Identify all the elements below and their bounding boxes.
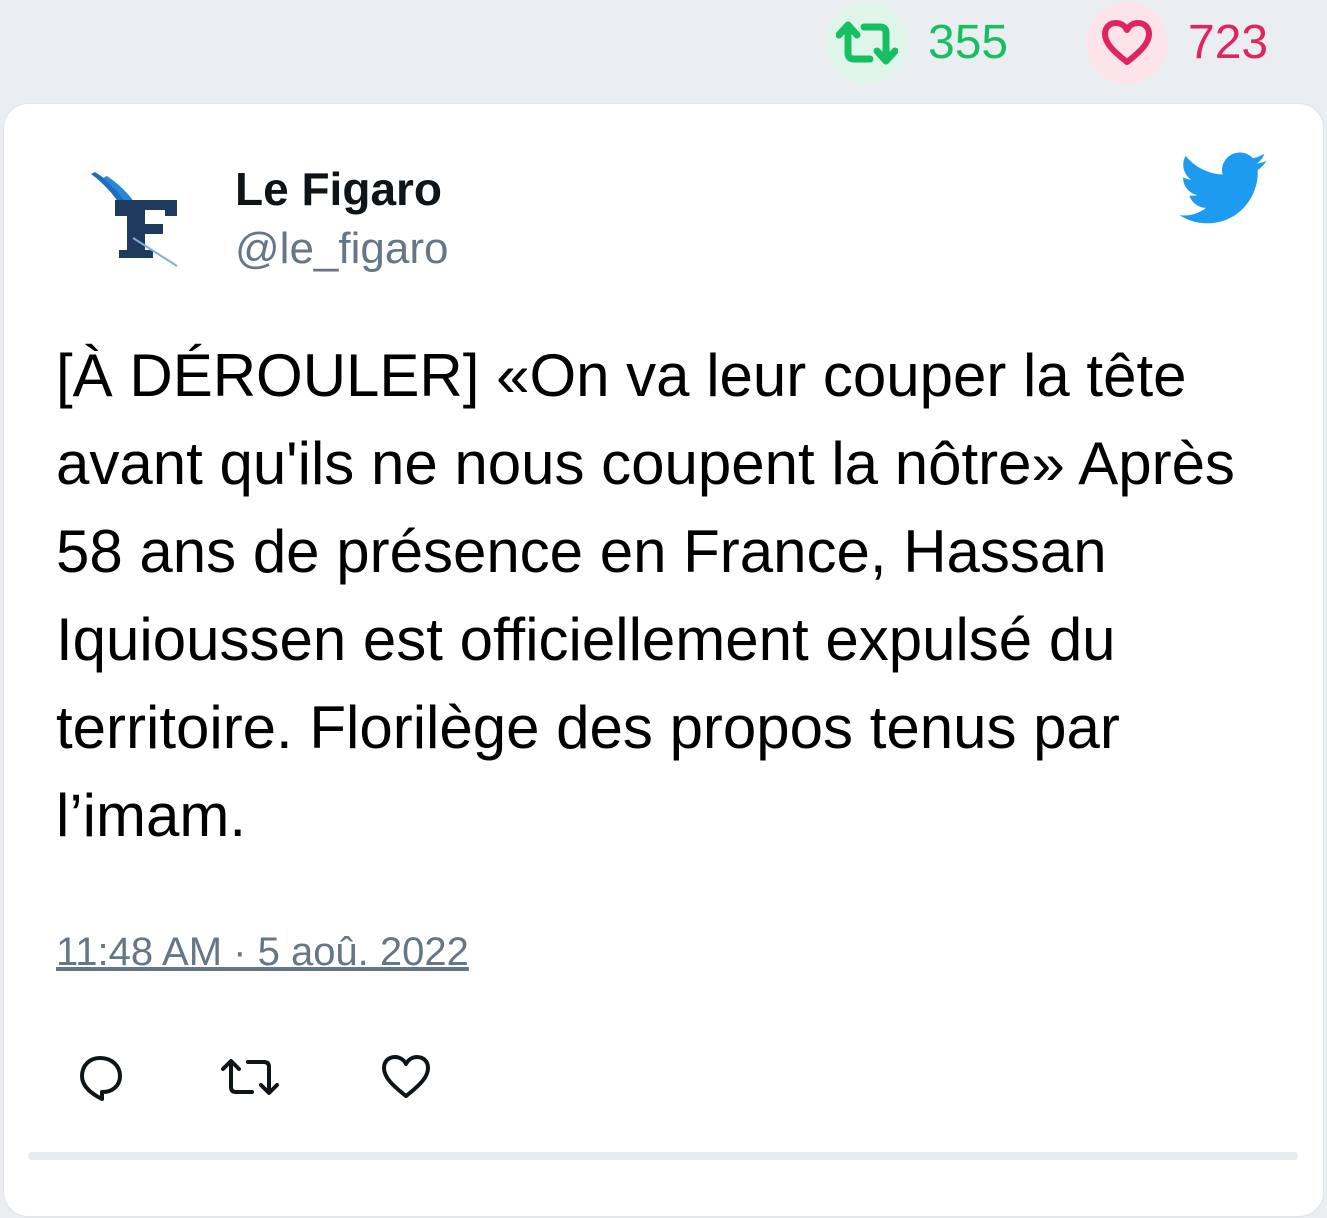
heart-icon [380, 1054, 432, 1105]
retweet-stat[interactable]: 355 [826, 2, 1008, 84]
like-stat[interactable]: 723 [1086, 2, 1268, 84]
user-handle[interactable]: @le_figaro [235, 224, 448, 274]
reply-icon [76, 1052, 126, 1107]
engagement-stats-bar: 355 723 [0, 0, 1327, 100]
retweet-icon [219, 1056, 281, 1103]
tweet-card: Le Figaro @le_figaro [À DÉROULER] «On va… [4, 104, 1323, 1216]
retweet-button[interactable] [221, 1050, 279, 1108]
display-name[interactable]: Le Figaro [235, 162, 442, 216]
tweet-timestamp[interactable]: 11:48 AM · 5 aoû. 2022 [56, 930, 469, 975]
like-count: 723 [1188, 16, 1269, 69]
retweet-icon [826, 2, 908, 84]
reply-button[interactable] [72, 1050, 130, 1108]
tweet-text: [À DÉROULER] «On va leur couper la tête … [56, 342, 1235, 849]
like-button[interactable] [377, 1050, 435, 1108]
twitter-bird-icon[interactable] [1170, 142, 1274, 234]
divider [28, 1152, 1298, 1160]
retweet-count: 355 [928, 16, 1009, 69]
heart-icon [1086, 2, 1168, 84]
le-figaro-logo-icon [71, 162, 191, 277]
avatar[interactable] [56, 144, 206, 294]
tweet-actions [4, 1044, 604, 1114]
